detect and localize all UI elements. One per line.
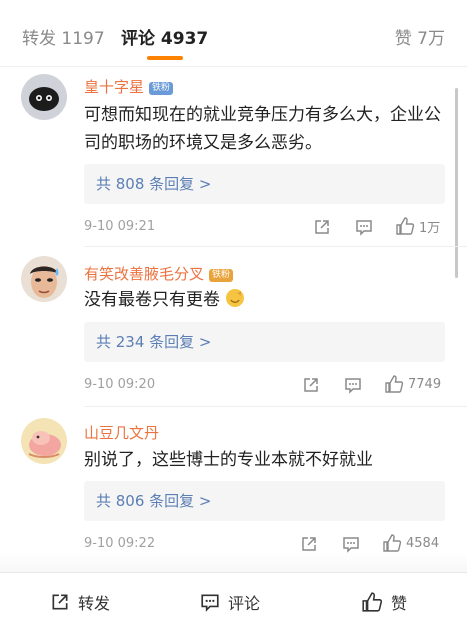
username[interactable]: 皇十字星 铁粉 [84, 76, 174, 97]
comment-icon [201, 594, 219, 612]
divider [0, 66, 467, 67]
comment-time: 9-10 09:22 [84, 536, 156, 551]
like-post-button[interactable]: 赞 [361, 573, 407, 630]
share-icon [52, 594, 68, 610]
avatar[interactable] [21, 256, 67, 302]
tab-like[interactable]: 赞 7万 [395, 24, 445, 49]
comment-icon [356, 220, 372, 236]
thumbs-up-icon [396, 217, 415, 235]
comment-label: 评论 [228, 594, 261, 613]
comment-icon [343, 537, 359, 553]
like-button[interactable]: 4584 [382, 533, 439, 553]
comment-text-content: 没有最卷只有更卷 [84, 290, 220, 310]
comment-time: 9-10 09:21 [84, 219, 156, 234]
bottom-action-bar: 转发 评论 赞 [0, 572, 467, 630]
like-count: 4584 [406, 535, 440, 551]
share-button[interactable] [300, 535, 318, 553]
username[interactable]: 山豆几文丹 [84, 422, 159, 443]
reply-count-link[interactable]: 共 808 条回复 > [84, 164, 445, 204]
fan-badge: 铁粉 [209, 269, 234, 282]
share-button[interactable] [302, 376, 320, 394]
comment-button[interactable]: 评论 [200, 573, 260, 630]
share-button[interactable] [313, 218, 331, 236]
reply-button[interactable] [342, 535, 360, 553]
reply-count-link[interactable]: 共 234 条回复 > [84, 322, 445, 362]
scrollbar[interactable] [455, 88, 458, 278]
username-text[interactable]: 有笑改善腋毛分叉 [84, 265, 204, 283]
reply-count-link[interactable]: 共 806 条回复 > [84, 481, 445, 521]
thumbs-up-icon [362, 592, 383, 612]
share-icon [302, 537, 316, 551]
like-count: 7749 [408, 376, 442, 392]
username-text[interactable]: 山豆几文丹 [84, 424, 159, 442]
reply-button[interactable] [344, 376, 362, 394]
like-count: 1万 [419, 220, 441, 236]
comment-text: 没有最卷只有更卷 [84, 286, 444, 314]
comment-time: 9-10 09:20 [84, 377, 156, 392]
tab-repost[interactable]: 转发 1197 [22, 24, 105, 49]
fan-badge: 铁粉 [149, 82, 174, 95]
divider [84, 246, 467, 247]
comment-text: 别说了，这些博士的专业本就不好就业 [84, 450, 373, 470]
username[interactable]: 有笑改善腋毛分叉 铁粉 [84, 263, 234, 284]
comment-tabs: 转发 1197 评论 4937 赞 7万 [0, 0, 467, 66]
comment-icon [345, 378, 361, 394]
repost-button[interactable]: 转发 [50, 573, 110, 630]
active-tab-indicator [147, 56, 183, 60]
comment-text: 可想而知现在的就业竞争压力有多么大，企业公司的职场的环境又是多么恶劣。 [84, 105, 441, 153]
repost-label: 转发 [78, 594, 111, 613]
avatar[interactable] [21, 74, 67, 120]
avatar[interactable] [21, 418, 67, 464]
username-text[interactable]: 皇十字星 [84, 78, 144, 96]
thumbs-up-icon [383, 534, 402, 552]
scroll-fade [0, 552, 467, 572]
tab-comment[interactable]: 评论 4937 [121, 24, 208, 49]
thumbs-up-icon [385, 375, 404, 393]
share-icon [315, 220, 329, 234]
like-label: 赞 [391, 594, 408, 613]
divider [84, 406, 467, 407]
emoji-icon [226, 289, 245, 307]
like-button[interactable]: 7749 [384, 374, 441, 394]
like-button[interactable]: 1万 [395, 216, 440, 236]
share-icon [304, 378, 318, 392]
reply-button[interactable] [355, 218, 373, 236]
